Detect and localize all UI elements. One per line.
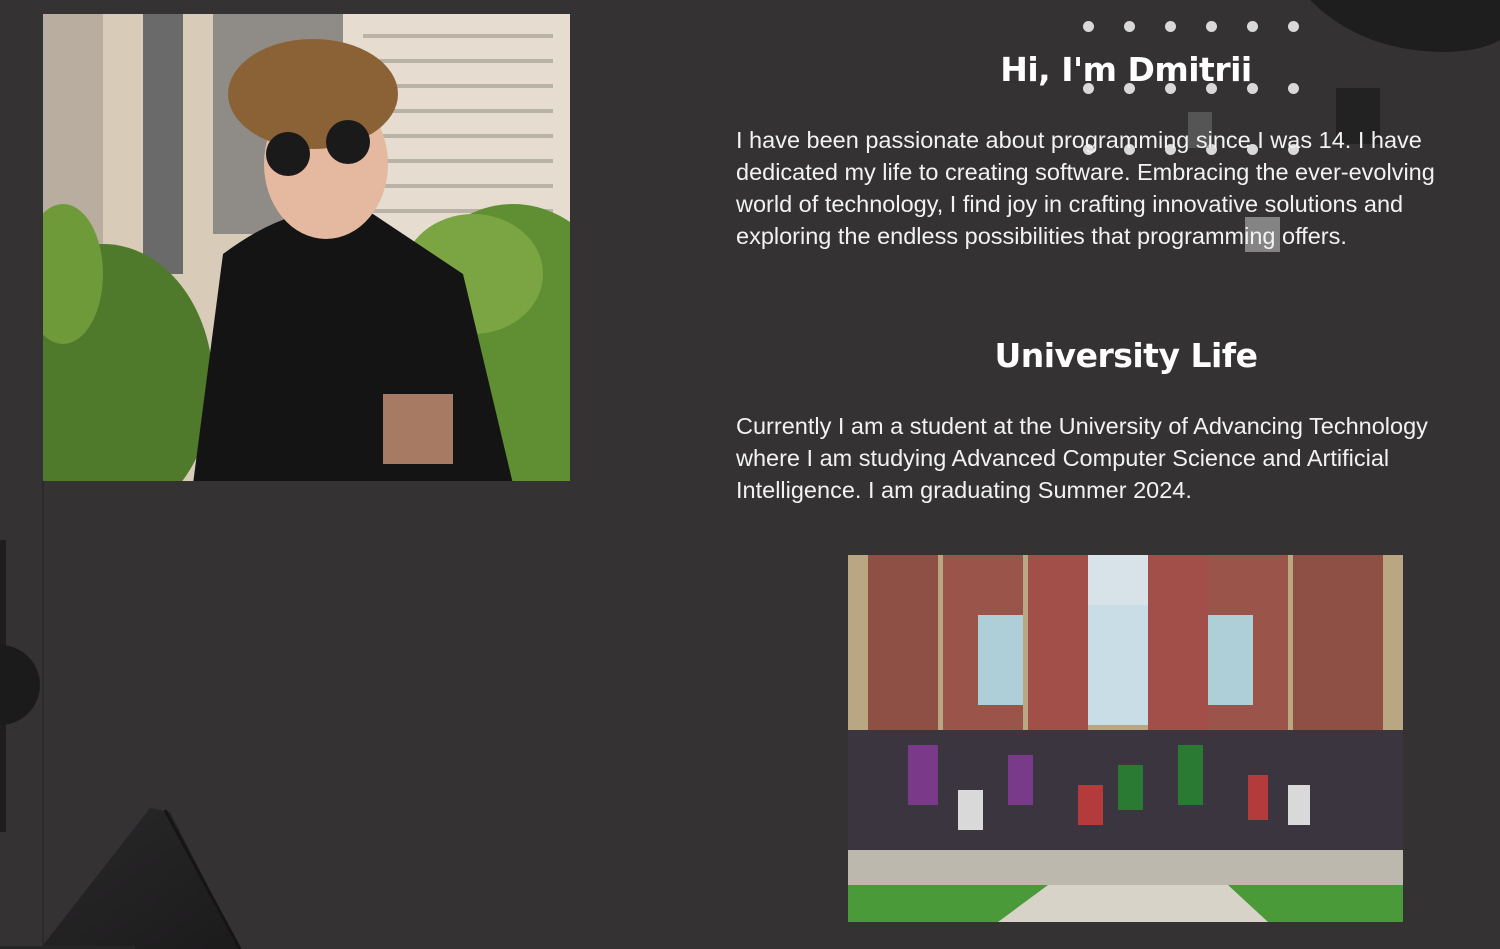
portrait-photo bbox=[43, 14, 570, 481]
university-group-photo bbox=[848, 555, 1403, 922]
intro-heading: Hi, I'm Dmitrii bbox=[1000, 50, 1252, 89]
intro-bio: I have been passionate about programming… bbox=[736, 127, 1435, 249]
half-circle-shape bbox=[0, 645, 40, 725]
corner-blob-shape bbox=[1310, 0, 1500, 52]
university-text: Currently I am a student at the Universi… bbox=[736, 413, 1428, 503]
triangle-shape bbox=[40, 808, 240, 949]
university-heading: University Life bbox=[994, 336, 1258, 375]
